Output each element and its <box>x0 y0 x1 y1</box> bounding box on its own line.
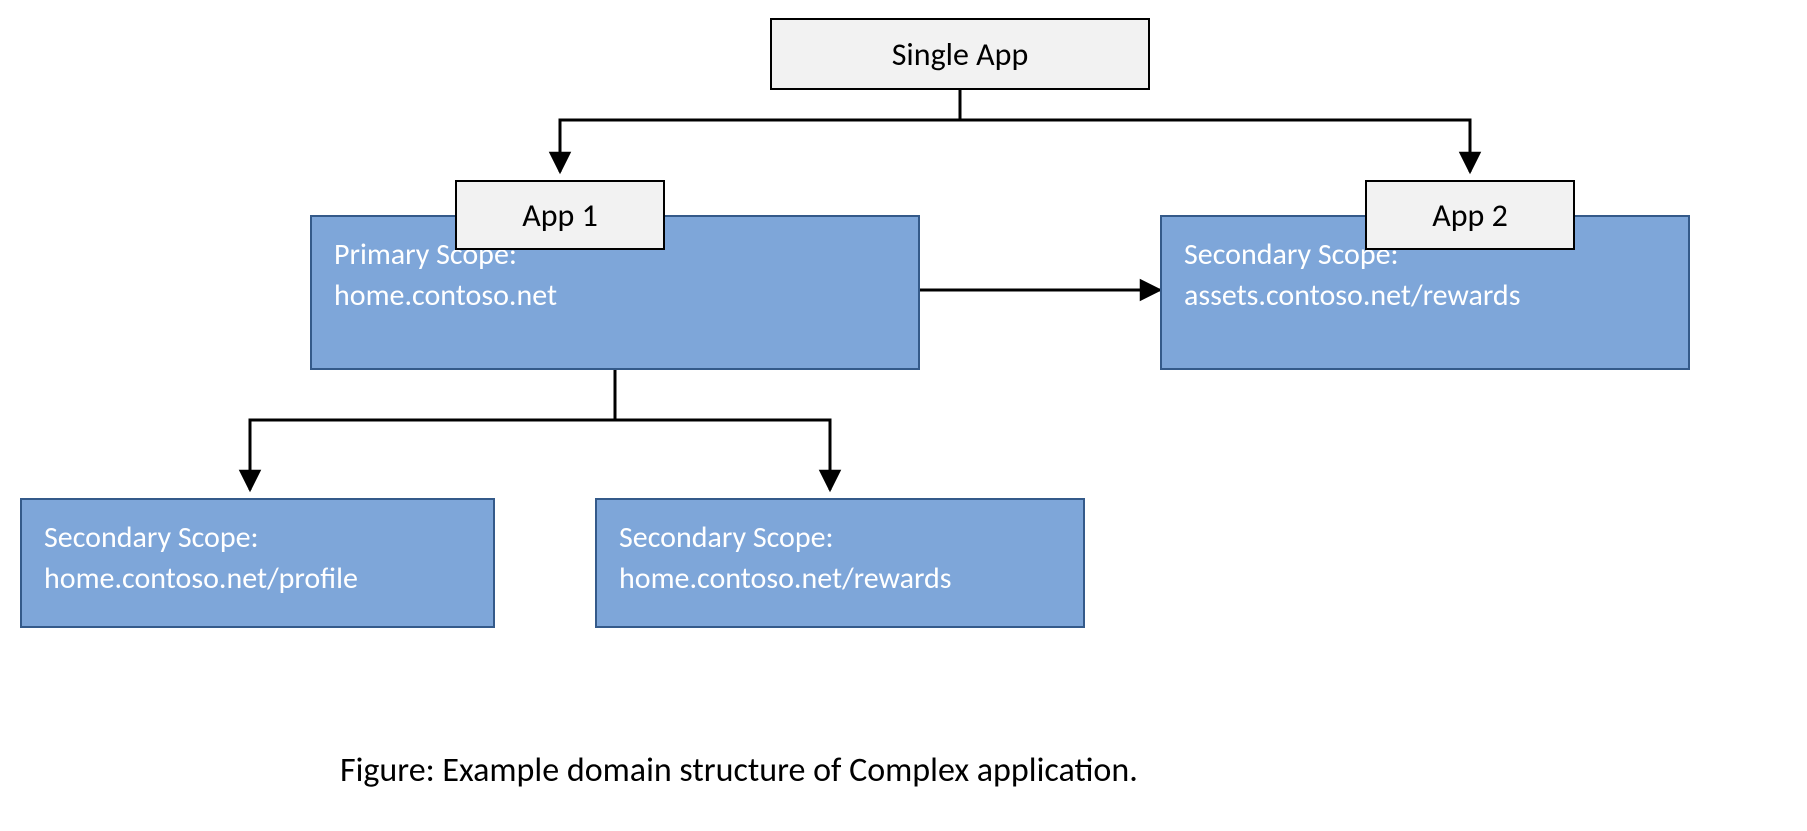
secondary-scope-rewards-title: Secondary Scope: <box>619 518 1061 559</box>
secondary-scope-profile-title: Secondary Scope: <box>44 518 471 559</box>
figure-caption: Figure: Example domain structure of Comp… <box>340 750 1138 791</box>
app2-label: App 2 <box>1432 196 1508 235</box>
secondary-scope-profile: Secondary Scope: home.contoso.net/profil… <box>20 498 495 628</box>
app1-label: App 1 <box>522 196 598 235</box>
connectors <box>0 0 1807 831</box>
secondary-scope-rewards: Secondary Scope: home.contoso.net/reward… <box>595 498 1085 628</box>
app2-label-box: App 2 <box>1365 180 1575 250</box>
app1-label-box: App 1 <box>455 180 665 250</box>
diagram-canvas: Single App Primary Scope: home.contoso.n… <box>0 0 1807 831</box>
root-label: Single App <box>892 35 1029 74</box>
secondary-scope-rewards-value: home.contoso.net/rewards <box>619 559 1061 600</box>
app1-scope-value: home.contoso.net <box>334 276 896 317</box>
secondary-scope-profile-value: home.contoso.net/profile <box>44 559 471 600</box>
app2-scope-value: assets.contoso.net/rewards <box>1184 276 1666 317</box>
root-node: Single App <box>770 18 1150 90</box>
